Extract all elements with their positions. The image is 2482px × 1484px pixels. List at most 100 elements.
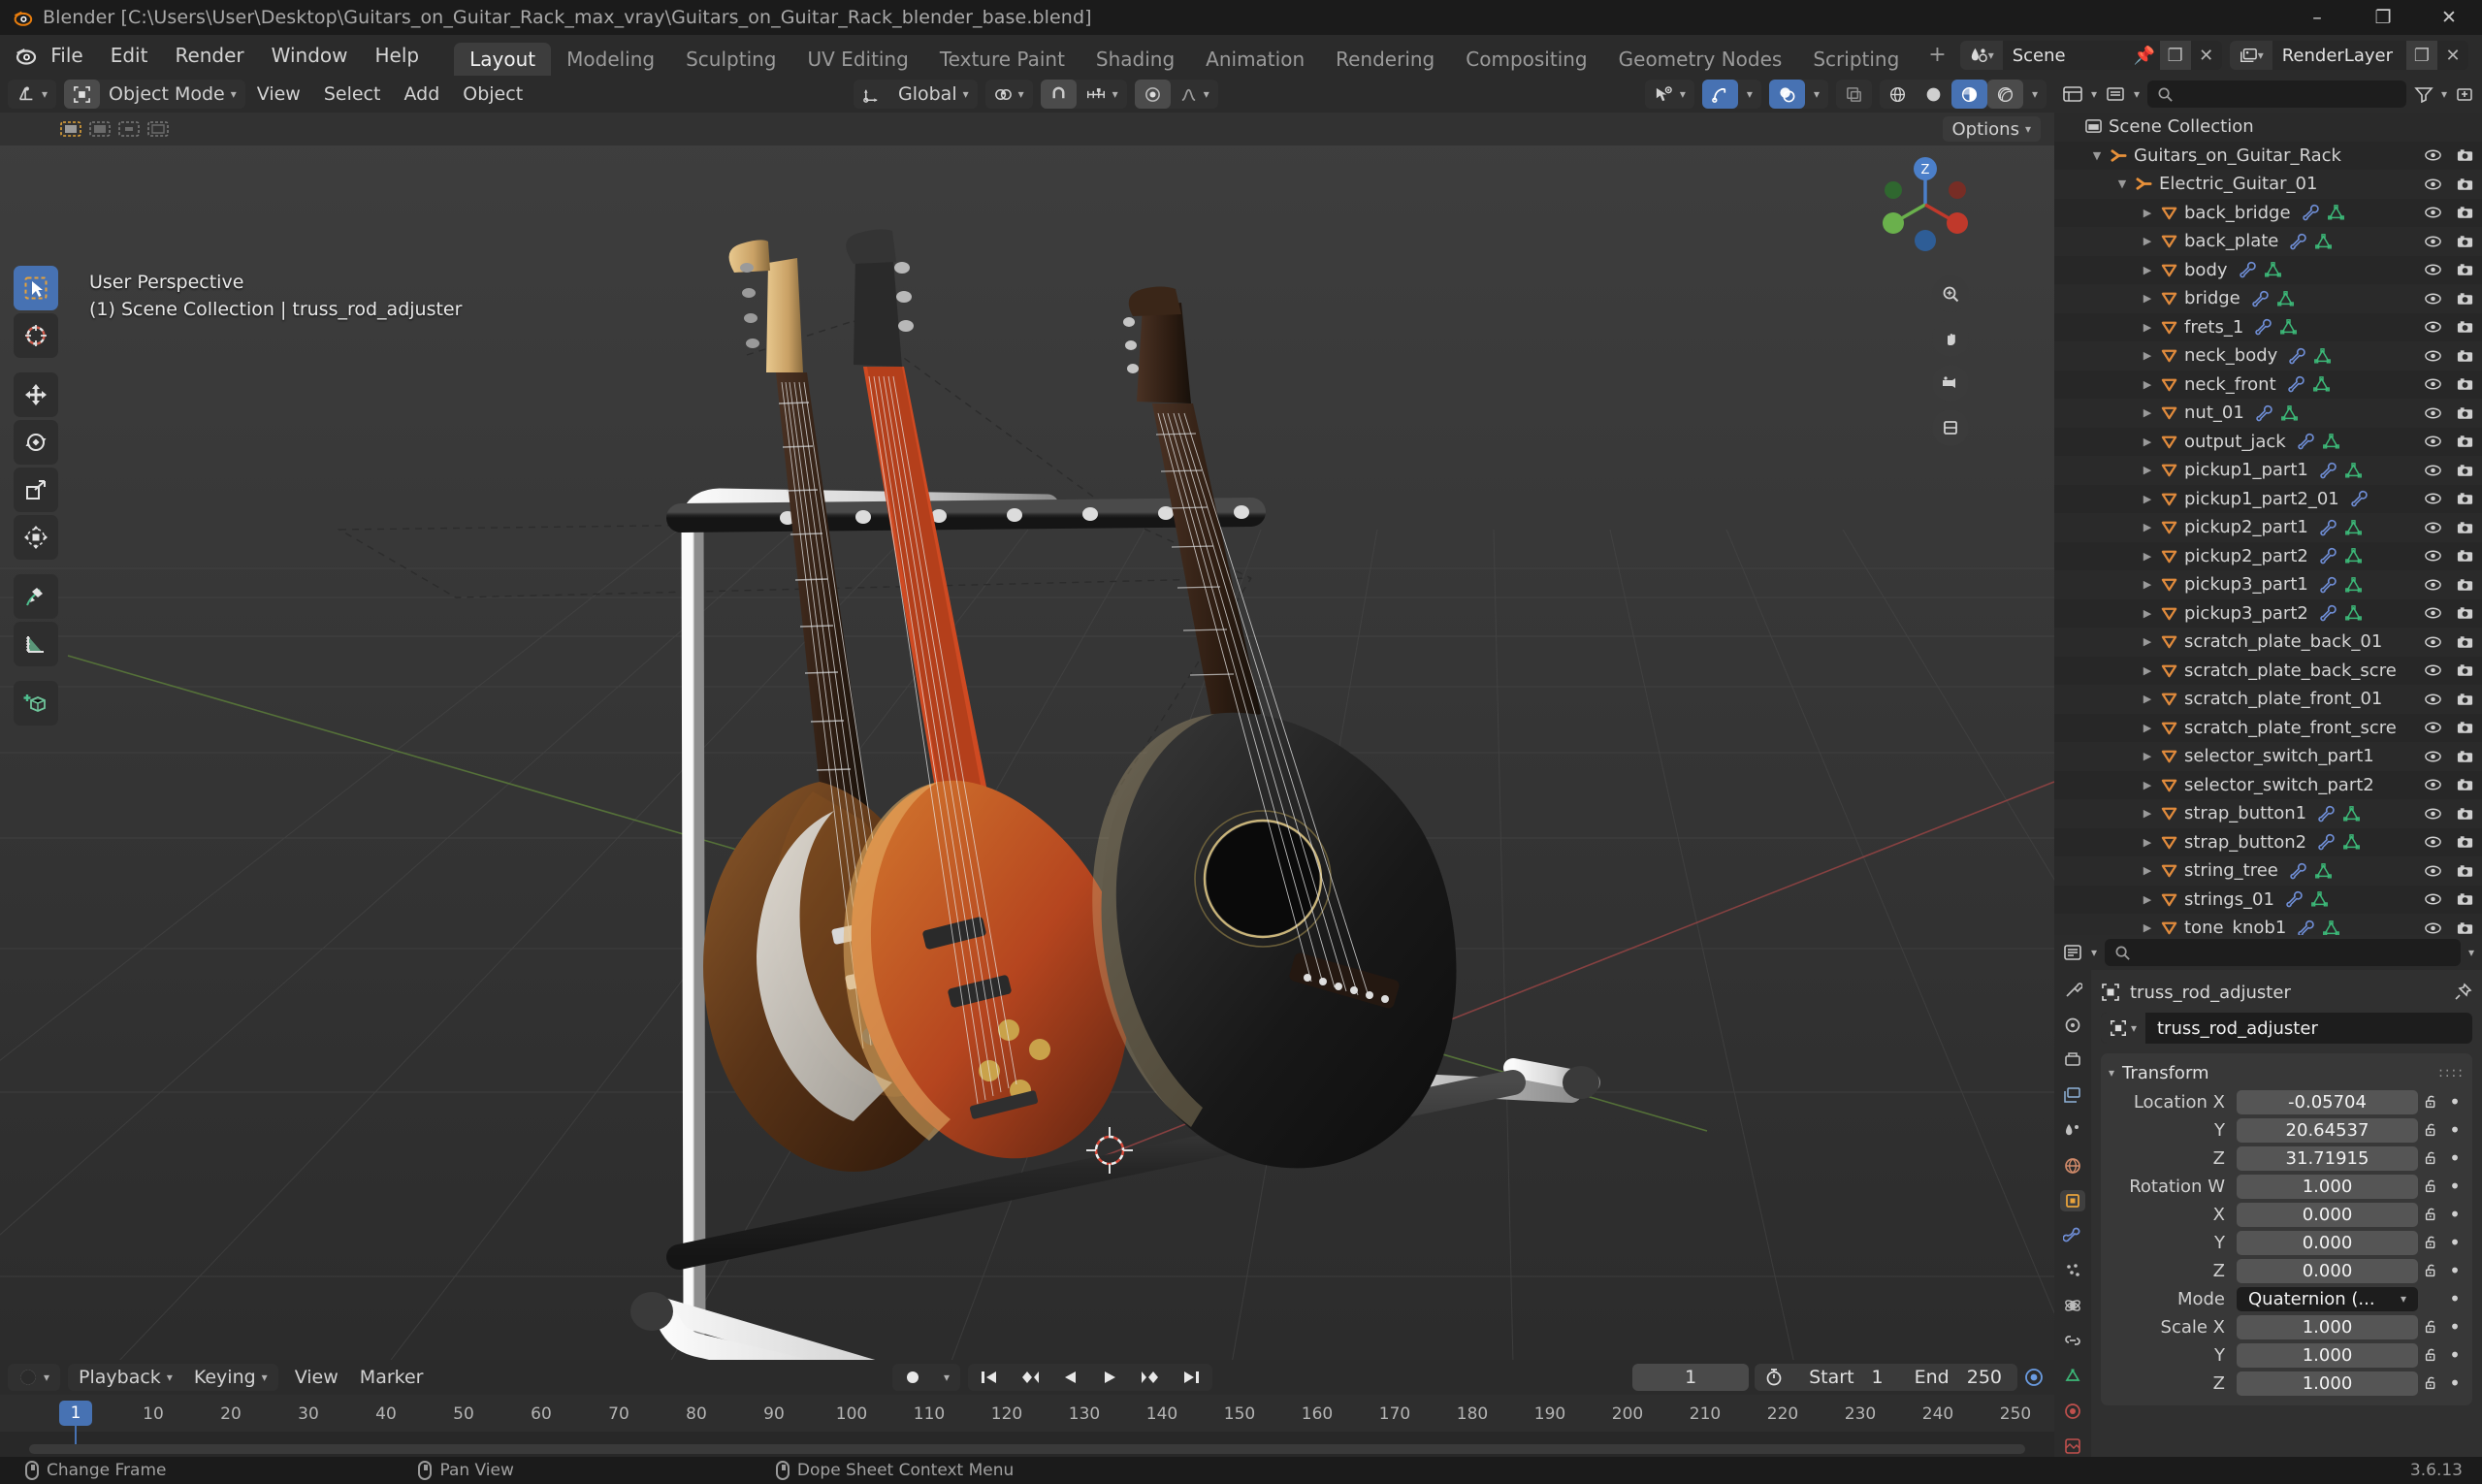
measure-tool[interactable] (14, 622, 58, 666)
outliner-filter-chevron-icon[interactable]: ▾ (2441, 87, 2447, 101)
outliner-row-frets-1[interactable]: ▶ frets_1 (2054, 312, 2482, 341)
mesh-data-icon[interactable] (2279, 318, 2298, 336)
timeline-menus[interactable]: Playback ▾ Keying ▾ (68, 1364, 278, 1391)
scene-pin-icon[interactable]: 📌 (2129, 41, 2160, 70)
field-value[interactable]: 1.000 (2237, 1314, 2418, 1339)
outliner-row-pickup1-part2-01[interactable]: ▶ pickup1_part2_01 (2054, 484, 2482, 513)
field-value[interactable]: 0.000 (2237, 1202, 2418, 1227)
visibility-selector[interactable]: ▾ (1644, 80, 1694, 109)
hide-in-viewport-icon[interactable] (2424, 177, 2442, 192)
viewport-menu-view[interactable]: View (245, 76, 312, 113)
jump-to-prev-keyframe-button[interactable] (1009, 1364, 1051, 1391)
lock-icon[interactable] (2418, 1318, 2445, 1336)
start-frame-field[interactable]: Start 1 (1793, 1364, 1899, 1391)
viewport-menu-add[interactable]: Add (392, 76, 451, 113)
modifier-icon[interactable] (2320, 576, 2338, 594)
properties-editor-type-icon[interactable] (2062, 943, 2083, 962)
modifier-icon[interactable] (2320, 519, 2338, 536)
disable-in-renders-icon[interactable] (2456, 692, 2474, 707)
play-reverse-button[interactable] (1051, 1364, 1090, 1391)
hide-in-viewport-icon[interactable] (2424, 234, 2442, 249)
tab-render-properties[interactable] (2060, 1015, 2085, 1036)
disable-in-renders-icon[interactable] (2456, 920, 2474, 935)
rendered-shading-icon[interactable] (1986, 80, 2023, 109)
outliner-display-chevron-icon[interactable]: ▾ (2134, 87, 2140, 101)
outliner-display-mode-icon[interactable] (2105, 84, 2126, 104)
maximize-button[interactable]: ❐ (2350, 0, 2416, 35)
mesh-data-icon[interactable] (2276, 290, 2295, 307)
tab-sculpting[interactable]: Sculpting (670, 43, 791, 76)
object-mode-label-group[interactable]: Object Mode ▾ (100, 80, 245, 109)
disclosure-triangle-icon[interactable]: ▶ (2138, 264, 2157, 276)
outliner-row-selector-switch-part1[interactable]: ▶ selector_switch_part1 (2054, 742, 2482, 771)
hide-in-viewport-icon[interactable] (2424, 891, 2442, 907)
hide-in-viewport-icon[interactable] (2424, 205, 2442, 220)
properties-options-chevron-icon[interactable]: ▾ (2468, 946, 2474, 959)
move-tool[interactable] (14, 372, 58, 417)
overlays-dropdown-icon[interactable]: ▾ (1805, 80, 1828, 109)
mesh-data-icon[interactable] (2314, 862, 2333, 880)
modifier-icon[interactable] (2318, 833, 2337, 851)
wireframe-shading-icon[interactable] (1880, 80, 1916, 109)
field-value[interactable]: 31.71915 (2237, 1145, 2418, 1171)
disable-in-renders-icon[interactable] (2456, 777, 2474, 792)
lock-icon[interactable] (2418, 1149, 2445, 1167)
editor-type-3dview-icon[interactable]: ▾ (8, 80, 56, 109)
hide-in-viewport-icon[interactable] (2424, 491, 2442, 506)
hide-in-viewport-icon[interactable] (2424, 749, 2442, 764)
disclosure-triangle-icon[interactable]: ▶ (2138, 921, 2157, 934)
use-preview-range-icon[interactable] (1755, 1364, 1793, 1391)
mesh-data-icon[interactable] (2344, 462, 2363, 479)
transform-panel-header[interactable]: ▾ Transform :::: (2109, 1059, 2465, 1086)
scene-remove-icon[interactable]: ✕ (2191, 41, 2222, 70)
hide-in-viewport-icon[interactable] (2424, 920, 2442, 935)
animate-property-dot[interactable]: • (2445, 1231, 2465, 1254)
snap-target-icon[interactable]: ▾ (1077, 80, 1127, 109)
disable-in-renders-icon[interactable] (2456, 177, 2474, 192)
properties-pin-icon[interactable] (2453, 983, 2472, 1002)
animate-property-dot[interactable]: • (2445, 1118, 2465, 1142)
viewlayer-duplicate-icon[interactable]: ❐ (2406, 41, 2437, 70)
modifier-icon[interactable] (2320, 547, 2338, 565)
modifier-icon[interactable] (2298, 919, 2316, 935)
proportional-editing-icon[interactable] (1134, 80, 1171, 109)
disclosure-triangle-icon[interactable]: ▼ (2112, 177, 2132, 190)
modifier-icon[interactable] (2252, 290, 2271, 307)
timeline-editor-type-selector[interactable]: ▾ (8, 1364, 61, 1391)
show-gizmo-icon[interactable] (1701, 80, 1738, 109)
mesh-data-icon[interactable] (2312, 375, 2331, 393)
tab-tool-properties[interactable] (2060, 980, 2085, 1001)
disable-in-renders-icon[interactable] (2456, 376, 2474, 392)
tab-physics-properties[interactable] (2060, 1295, 2085, 1316)
disclosure-triangle-icon[interactable]: ▶ (2138, 521, 2157, 533)
gizmo-toggle-group[interactable]: ▾ (1701, 80, 1761, 109)
field-value[interactable]: 1.000 (2237, 1342, 2418, 1368)
transform-tool[interactable] (14, 515, 58, 560)
timeline-playhead[interactable]: 1 (59, 1401, 92, 1426)
outliner-row-neck-body[interactable]: ▶ neck_body (2054, 341, 2482, 371)
outliner-row-output-jack[interactable]: ▶ output_jack (2054, 427, 2482, 456)
field-value[interactable]: 0.000 (2237, 1258, 2418, 1283)
proportional-editing-group[interactable]: ▾ (1134, 80, 1218, 109)
viewport-menu-object[interactable]: Object (451, 76, 534, 113)
properties-search-input[interactable] (2105, 939, 2461, 966)
mesh-data-icon[interactable] (2344, 604, 2363, 622)
disable-in-renders-icon[interactable] (2456, 463, 2474, 478)
modifier-icon[interactable] (2320, 604, 2338, 622)
timeline-horizontal-scrollbar[interactable] (29, 1444, 2025, 1454)
disclosure-triangle-icon[interactable]: ▶ (2138, 378, 2157, 391)
outliner-editor[interactable]: ▾ ▾ ▾ Scene Collection ▼ Guitars_on_Guitar… (2054, 76, 2482, 935)
outliner-row-guitars-on-guitar-rack[interactable]: ▼ Guitars_on_Guitar_Rack (2054, 141, 2482, 170)
lock-icon[interactable] (2418, 1234, 2445, 1251)
panel-drag-handle-icon[interactable]: :::: (2438, 1065, 2465, 1081)
select-mode-set-icon[interactable] (58, 118, 83, 140)
outliner-row-scene-collection[interactable]: Scene Collection (2054, 113, 2482, 142)
mesh-data-icon[interactable] (2314, 233, 2333, 250)
select-mode-extend-icon[interactable] (87, 118, 113, 140)
jump-to-start-button[interactable] (968, 1364, 1009, 1391)
hide-in-viewport-icon[interactable] (2424, 605, 2442, 621)
disclosure-triangle-icon[interactable]: ▶ (2138, 493, 2157, 505)
outliner-row-bridge[interactable]: ▶ bridge (2054, 284, 2482, 313)
modifier-icon[interactable] (2351, 490, 2369, 507)
select-mode-invert-icon[interactable] (145, 118, 171, 140)
